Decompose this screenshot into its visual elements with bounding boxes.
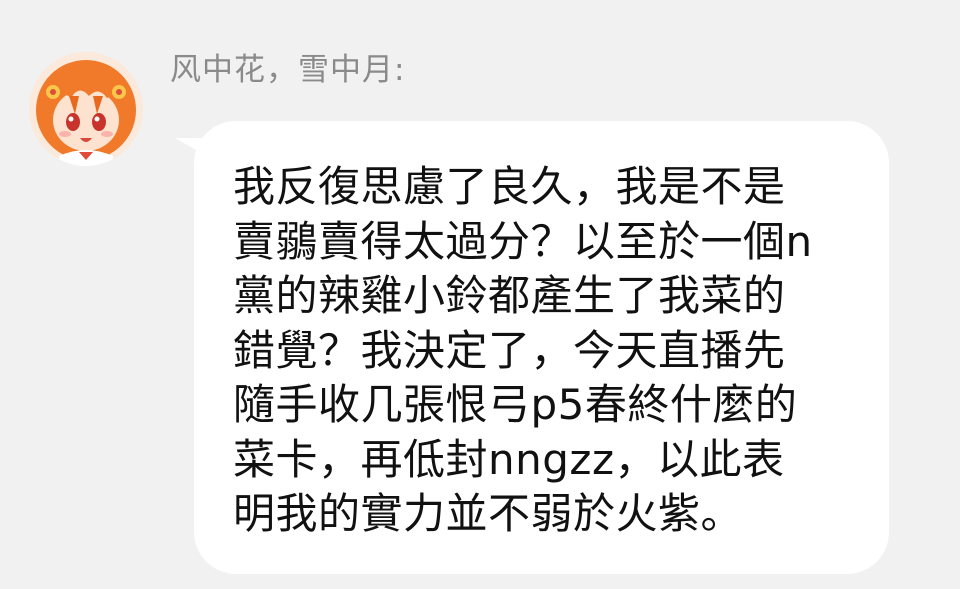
message-line: 隨手收几張恨弓p5春終什麼的 <box>233 380 798 429</box>
message-line: 菜卡，再低封nngzz，以此表 <box>233 434 785 484</box>
anime-girl-avatar-icon <box>29 52 143 166</box>
message-line: 我反復思慮了良久，我是不是 <box>233 162 786 211</box>
sender-name: 风中花，雪中月: <box>170 52 406 88</box>
avatar[interactable] <box>29 52 143 166</box>
message-line: 錯覺？我決定了，今天直播先 <box>233 325 786 375</box>
message-line: 賣鶸賣得太過分？以至於一個n <box>233 216 813 266</box>
message-line: 明我的實力並不弱於火紫。 <box>233 489 744 538</box>
chat-screen: 风中花，雪中月: 我反復思慮了良久，我是不是 賣鶸賣得太過分？以至於一個n 黨的… <box>0 0 960 589</box>
message-line: 黨的辣雞小鈴都產生了我菜的 <box>233 271 786 320</box>
message-text: 我反復思慮了良久，我是不是 賣鶸賣得太過分？以至於一個n 黨的辣雞小鈴都產生了我… <box>233 160 853 542</box>
